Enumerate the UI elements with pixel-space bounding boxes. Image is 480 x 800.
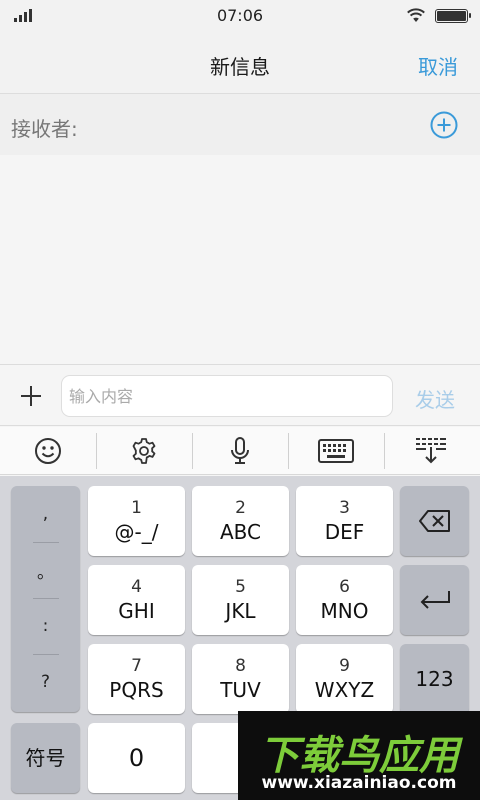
watermark-url: www.xiazainiao.com — [261, 773, 457, 793]
microphone-icon — [231, 436, 249, 464]
keyboard-icon — [318, 438, 354, 463]
key-number: 1 — [131, 498, 142, 518]
battery-icon — [435, 9, 471, 23]
key-letters: ABC — [219, 520, 261, 544]
backspace-key[interactable] — [400, 486, 469, 556]
cancel-button[interactable]: 取消 — [418, 51, 458, 80]
key-0[interactable]: 0 — [88, 723, 185, 793]
key-7[interactable]: 7 PQRS — [88, 644, 185, 714]
collapse-keyboard-icon — [416, 437, 446, 463]
return-icon — [420, 591, 450, 609]
add-contact-icon[interactable] — [430, 111, 458, 139]
punct-key-colon[interactable]: : — [11, 598, 80, 654]
nav-bar: 新信息 取消 — [0, 32, 480, 94]
key-4[interactable]: 4 GHI — [88, 565, 185, 635]
key-letters: WXYZ — [314, 678, 375, 702]
message-input[interactable] — [61, 375, 393, 417]
numbers-key-label: 123 — [415, 667, 454, 691]
symbols-key[interactable]: 符号 — [11, 723, 80, 793]
page-title: 新信息 — [210, 55, 270, 79]
send-button[interactable]: 发送 — [415, 384, 455, 413]
key-number: 9 — [339, 656, 350, 676]
key-letters: PQRS — [109, 678, 164, 702]
key-number: 0 — [128, 744, 145, 772]
key-1[interactable]: 1 @-_/ — [88, 486, 185, 556]
key-number: 2 — [235, 498, 246, 518]
ime-settings-button[interactable] — [96, 427, 192, 474]
key-letters: GHI — [118, 599, 155, 623]
key-letters: MNO — [320, 599, 369, 623]
voice-input-button[interactable] — [192, 427, 288, 474]
punctuation-column[interactable]: , 。 : ? — [11, 486, 80, 712]
key-8[interactable]: 8 TUV — [192, 644, 289, 714]
backspace-icon — [418, 510, 450, 532]
enter-key[interactable] — [400, 565, 469, 635]
compose-bar: 发送 — [0, 366, 480, 426]
watermark-logo: 下载鸟应用 www.xiazainiao.com — [238, 711, 480, 800]
key-letters: JKL — [225, 599, 256, 623]
numbers-key[interactable]: 123 — [400, 644, 469, 714]
keyboard-switch-button[interactable] — [288, 427, 384, 474]
status-bar: 07:06 — [0, 0, 480, 32]
message-area — [0, 155, 480, 365]
key-5[interactable]: 5 JKL — [192, 565, 289, 635]
punct-key-comma[interactable]: , — [11, 486, 80, 542]
key-letters: @-_/ — [114, 520, 159, 544]
key-number: 7 — [131, 656, 142, 676]
recipient-label: 接收者: — [11, 117, 78, 141]
wifi-icon — [407, 8, 425, 22]
punct-key-period[interactable]: 。 — [11, 542, 80, 598]
key-letters: DEF — [324, 520, 365, 544]
hide-keyboard-button[interactable] — [384, 427, 480, 474]
key-number: 3 — [339, 498, 350, 518]
ime-toolbar — [0, 427, 480, 475]
key-3[interactable]: 3 DEF — [296, 486, 393, 556]
key-number: 4 — [131, 577, 142, 597]
key-letters: TUV — [220, 678, 261, 702]
emoji-icon — [35, 437, 61, 464]
key-number: 6 — [339, 577, 350, 597]
settings-icon — [132, 437, 156, 464]
punct-key-question[interactable]: ? — [11, 654, 80, 710]
symbols-key-label: 符号 — [25, 746, 66, 770]
key-9[interactable]: 9 WXYZ — [296, 644, 393, 714]
emoji-button[interactable] — [0, 427, 96, 474]
key-number: 5 — [235, 577, 246, 597]
attach-plus-icon[interactable] — [18, 383, 44, 409]
key-2[interactable]: 2 ABC — [192, 486, 289, 556]
key-number: 8 — [235, 656, 246, 676]
recipient-row[interactable]: 接收者: — [0, 94, 480, 155]
key-6[interactable]: 6 MNO — [296, 565, 393, 635]
